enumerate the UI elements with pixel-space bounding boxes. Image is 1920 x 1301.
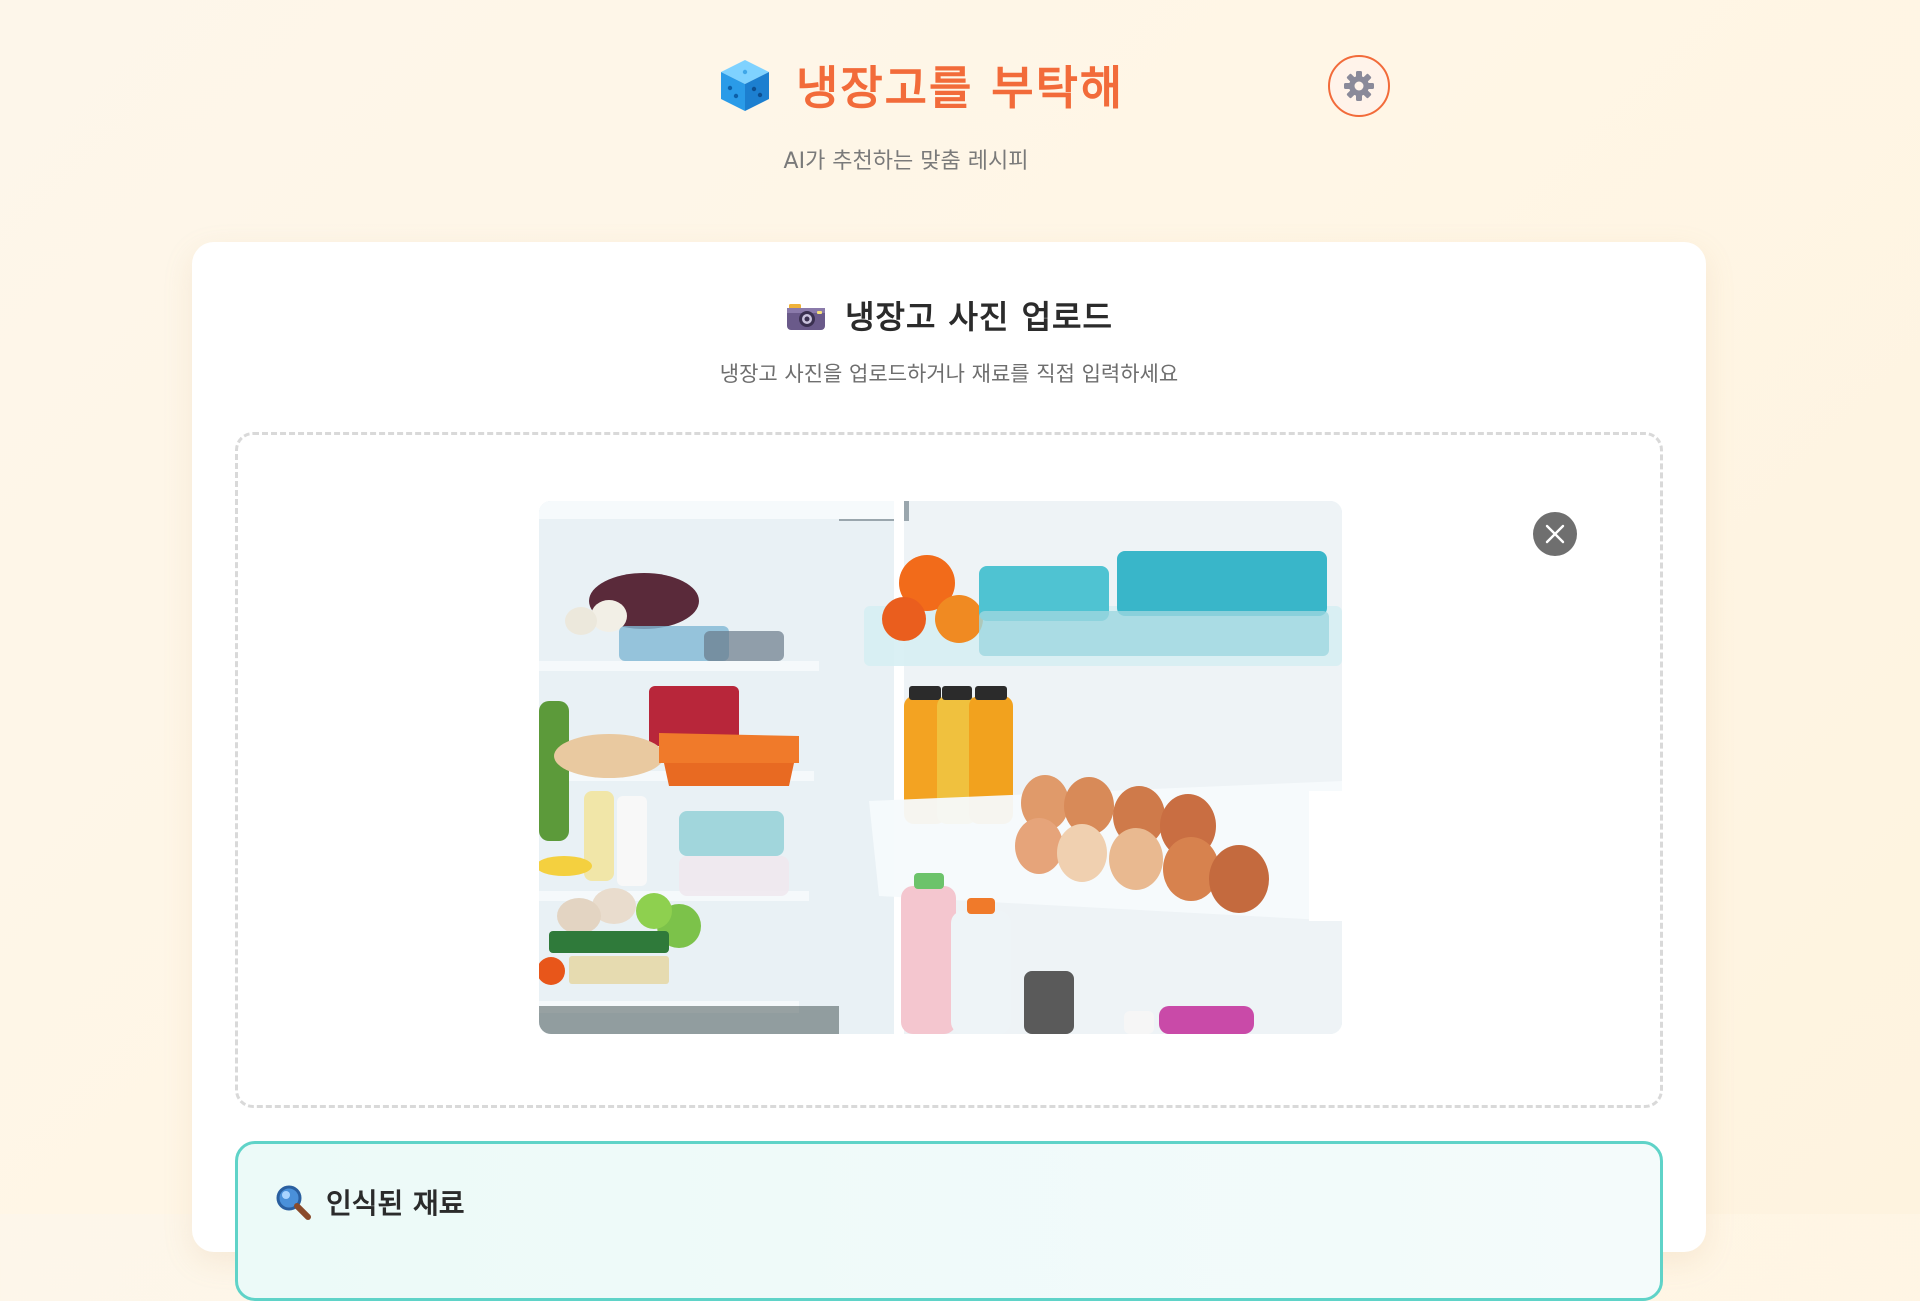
title-row: 냉장고를 부탁해 [716, 52, 1124, 118]
app-title: 냉장고를 부탁해 [796, 61, 1125, 115]
magnifier-icon [276, 1185, 311, 1220]
ingredients-title: 인식된 재료 [326, 1187, 465, 1220]
card-title-row: 냉장고 사진 업로드 [192, 292, 1706, 338]
settings-button[interactable] [1328, 55, 1390, 117]
remove-photo-button[interactable] [1533, 512, 1577, 556]
upload-card: 냉장고 사진 업로드 냉장고 사진을 업로드하거나 재료를 직접 입력하세요 인… [192, 242, 1706, 1301]
app-subtitle: AI가 추천하는 맞춤 레시피 [783, 149, 1029, 174]
app-header: 냉장고를 부탁해 AI가 추천하는 맞춤 레시피 [0, 0, 1920, 200]
ingredients-header: 인식된 재료 [274, 1182, 465, 1222]
ice-cube-icon [721, 60, 769, 111]
card-title: 냉장고 사진 업로드 [845, 298, 1113, 336]
fridge-photo [539, 501, 1342, 1034]
photo-drop-zone[interactable] [235, 432, 1663, 1108]
recognized-ingredients-panel: 인식된 재료 [235, 1141, 1663, 1301]
close-icon [1545, 524, 1565, 544]
camera-icon [787, 304, 826, 330]
gear-icon [1344, 71, 1374, 101]
card-description: 냉장고 사진을 업로드하거나 재료를 직접 입력하세요 [719, 362, 1179, 386]
